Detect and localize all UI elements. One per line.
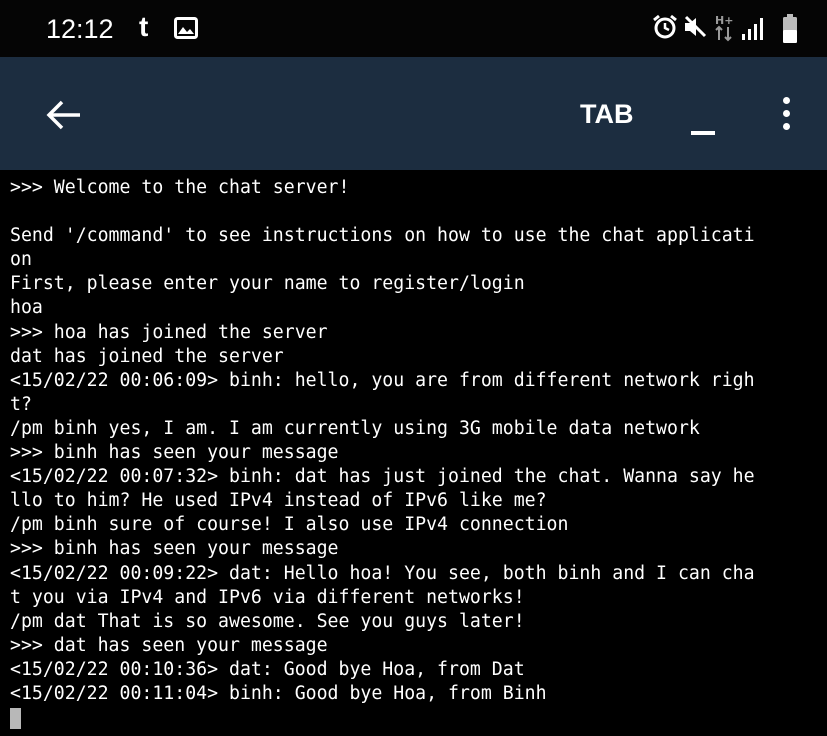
more-dot <box>783 123 790 130</box>
terminal-line: <15/02/22 00:06:09> binh: hello, you are… <box>10 369 755 391</box>
terminal-line: /pm dat That is so awesome. See you guys… <box>10 610 525 632</box>
terminal-line: <15/02/22 00:09:22> dat: Hello hoa! You … <box>10 562 755 584</box>
battery-icon <box>783 14 797 43</box>
terminal-line: <15/02/22 00:10:36> dat: Good bye Hoa, f… <box>10 658 525 680</box>
terminal-line: >>> Welcome to the chat server! <box>10 177 350 198</box>
terminal-output[interactable]: >>> Welcome to the chat server! Send '/co… <box>10 176 827 736</box>
status-bar: 12:12 t H+ <box>0 0 827 57</box>
network-label: H+ <box>715 14 733 27</box>
terminal-line: /pm binh sure of course! I also use IPv4… <box>10 514 569 536</box>
status-time: 12:12 <box>46 14 114 44</box>
terminal-line: >>> binh has seen your message <box>10 442 339 464</box>
terminal-line: hoa <box>10 297 43 319</box>
underscore-button[interactable] <box>683 93 723 137</box>
mute-icon <box>684 15 707 38</box>
more-dot <box>783 110 790 117</box>
hplus-data-icon: H+ <box>715 14 733 42</box>
android-screen: 12:12 t H+ TAB >>> Welcome to the chat s… <box>0 0 827 736</box>
back-arrow-icon[interactable] <box>44 95 84 135</box>
tab-button[interactable]: TAB <box>580 97 634 131</box>
terminal-line: <15/02/22 00:07:32> binh: dat has just j… <box>10 466 755 488</box>
terminal-line: llo to him? He used IPv4 instead of IPv6… <box>10 490 547 512</box>
more-dot <box>783 97 790 104</box>
terminal-line: >>> hoa has joined the server <box>10 321 328 343</box>
terminal-line: >>> dat has seen your message <box>10 634 328 656</box>
terminal-line: >>> binh has seen your message <box>10 538 339 560</box>
alarm-icon <box>653 14 677 39</box>
terminal-line: on <box>10 249 32 271</box>
t-icon: t <box>139 11 149 42</box>
app-bar: TAB <box>0 57 827 170</box>
more-vert-icon[interactable] <box>771 93 801 137</box>
terminal-line: t you via IPv4 and IPv6 via different ne… <box>10 586 525 608</box>
underscore-icon <box>691 131 715 135</box>
terminal-line: <15/02/22 00:11:04> binh: Good bye Hoa, … <box>10 682 547 704</box>
terminal-line: dat has joined the server <box>10 345 284 367</box>
terminal-line: t? <box>10 393 32 415</box>
terminal-cursor <box>10 708 21 729</box>
signal-icon <box>742 18 763 40</box>
image-icon <box>174 17 198 39</box>
terminal-line: /pm binh yes, I am. I am currently using… <box>10 417 700 439</box>
terminal-line: First, please enter your name to registe… <box>10 273 525 295</box>
terminal-line: Send '/command' to see instructions on h… <box>10 225 755 247</box>
